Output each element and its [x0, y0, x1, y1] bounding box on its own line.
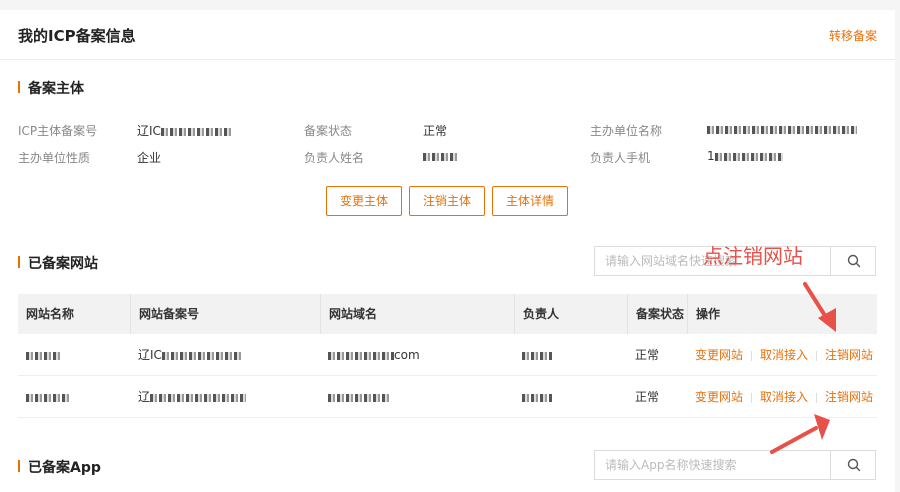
table-header: 网站名称 网站备案号 网站域名 负责人 备案状态 操作 — [18, 294, 877, 334]
actions-cell: 变更网站 取消接入 注销网站 — [687, 334, 873, 376]
change-website-button[interactable]: 变更网站 — [695, 348, 743, 362]
action-divider — [816, 350, 818, 361]
owner-label: 负责人姓名 — [304, 151, 365, 165]
cancel-subject-button[interactable]: 注销主体 — [409, 186, 485, 216]
redacted-mask — [26, 393, 70, 402]
section-title-subject: 备案主体 — [18, 78, 84, 98]
redacted-mask — [26, 351, 62, 360]
org-type-label: 主办单位性质 — [18, 151, 91, 165]
subject-details-button[interactable]: 主体详情 — [492, 186, 568, 216]
status-cell: 正常 — [635, 390, 660, 404]
col-status: 备案状态 — [627, 294, 687, 334]
delete-website-button[interactable]: 注销网站 — [825, 348, 873, 362]
status-label: 备案状态 — [304, 124, 353, 138]
cancel-access-button[interactable]: 取消接入 — [760, 348, 808, 362]
redacted-mask — [707, 125, 857, 134]
owner-value — [423, 149, 457, 163]
site-name-cell — [18, 376, 70, 418]
owner-cell — [514, 334, 552, 376]
search-icon — [847, 458, 861, 472]
col-domain: 网站域名 — [320, 294, 514, 334]
action-divider — [816, 392, 818, 403]
domain-cell: com — [320, 334, 420, 376]
redacted-mask — [160, 127, 231, 136]
website-search-button[interactable] — [830, 246, 876, 276]
section-title-websites: 已备案网站 — [18, 253, 98, 273]
redacted-mask — [328, 351, 394, 360]
icp-no-value: 辽IC — [137, 122, 231, 139]
app-search-button[interactable] — [830, 450, 876, 480]
search-icon — [847, 254, 861, 268]
table-row: 辽 正常 变更网站 取消接入 注销网站 — [18, 376, 877, 418]
col-actions: 操作 — [687, 294, 877, 334]
action-divider — [751, 350, 753, 361]
change-subject-button[interactable]: 变更主体 — [326, 186, 402, 216]
cancel-access-button[interactable]: 取消接入 — [760, 390, 808, 404]
redacted-mask — [161, 351, 242, 360]
redacted-mask — [522, 351, 552, 360]
org-type-value: 企业 — [137, 151, 162, 165]
page-header: 我的ICP备案信息 转移备案 — [0, 10, 895, 60]
phone-value: 1 — [707, 149, 783, 163]
site-name-cell — [18, 334, 62, 376]
icp-no-label: ICP主体备案号 — [18, 124, 98, 138]
actions-cell: 变更网站 取消接入 注销网站 — [687, 376, 873, 418]
redacted-mask — [423, 152, 457, 161]
col-owner: 负责人 — [514, 294, 627, 334]
record-no-cell: 辽 — [130, 376, 247, 418]
record-no-cell: 辽IC — [130, 334, 242, 376]
phone-label: 负责人手机 — [590, 151, 651, 165]
redacted-mask — [714, 152, 783, 161]
app-search-input[interactable] — [594, 450, 830, 480]
redacted-mask — [150, 393, 247, 402]
status-cell: 正常 — [635, 348, 660, 362]
org-name-label: 主办单位名称 — [590, 124, 663, 138]
domain-cell — [320, 376, 390, 418]
change-website-button[interactable]: 变更网站 — [695, 390, 743, 404]
app-search — [594, 450, 876, 480]
redacted-mask — [328, 393, 390, 402]
delete-website-button[interactable]: 注销网站 — [825, 390, 873, 404]
page-title: 我的ICP备案信息 — [18, 27, 136, 45]
org-name-value — [707, 122, 857, 136]
section-title-apps: 已备案App — [18, 457, 101, 477]
transfer-record-link[interactable]: 转移备案 — [829, 27, 877, 44]
annotation-text: 点注销网站 — [703, 244, 803, 268]
table-row: 辽IC com 正常 变更网站 取消接入 注销网站 — [18, 334, 877, 376]
owner-cell — [514, 376, 552, 418]
col-record-no: 网站备案号 — [130, 294, 320, 334]
status-value: 正常 — [423, 124, 448, 138]
redacted-mask — [522, 393, 552, 402]
action-divider — [751, 392, 753, 403]
col-site-name: 网站名称 — [26, 307, 75, 321]
